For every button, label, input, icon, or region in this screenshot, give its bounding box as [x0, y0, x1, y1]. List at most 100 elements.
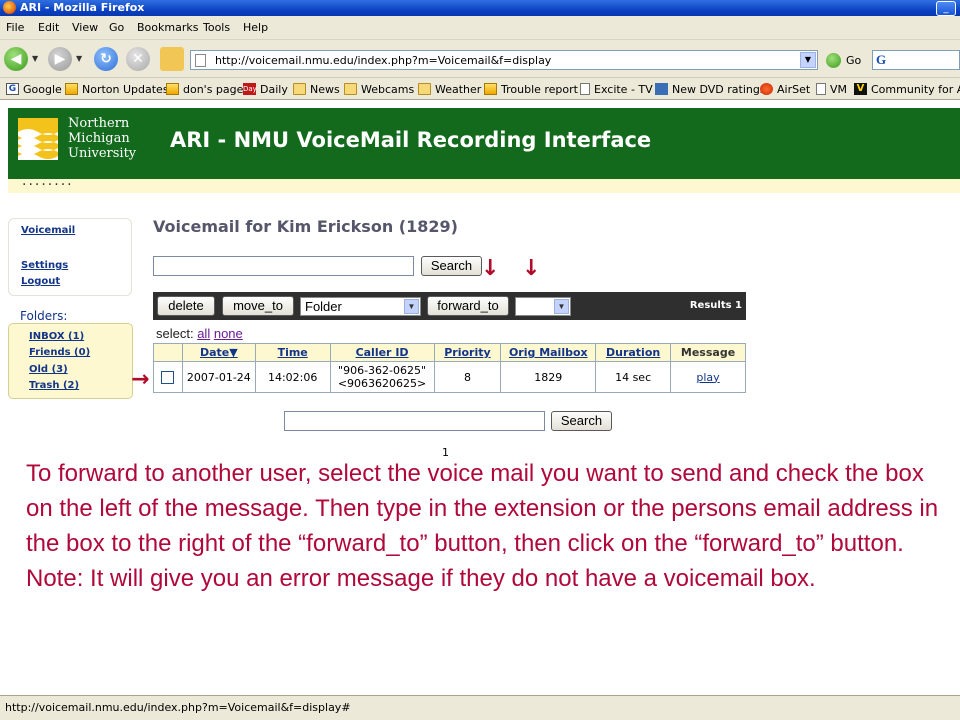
folder-trash[interactable]: Trash (2) — [29, 380, 79, 391]
column-caller-id[interactable]: Caller ID — [329, 343, 435, 362]
select-none-link[interactable]: none — [214, 326, 243, 341]
go-icon[interactable] — [826, 53, 841, 68]
delete-button[interactable]: delete — [157, 296, 215, 316]
arrow-right-icon: → — [131, 367, 150, 392]
bookmark-weather[interactable]: Weather — [418, 81, 481, 97]
select-column-header — [153, 343, 183, 362]
folders-list: INBOX (1) Friends (0) Old (3) Trash (2) — [8, 323, 133, 399]
menu-edit[interactable]: Edit — [38, 21, 59, 34]
google-search-box[interactable]: G — [872, 50, 960, 70]
table-row: 2007-01-24 14:02:06 "906-362-0625" <9063… — [153, 361, 746, 393]
move-to-button[interactable]: move_to — [222, 296, 294, 316]
go-button-label[interactable]: Go — [846, 54, 861, 67]
column-duration[interactable]: Duration — [595, 343, 672, 362]
cell-message: play — [670, 361, 746, 393]
bookmark-daily[interactable]: Day Daily — [243, 81, 288, 97]
select-links: select: all none — [156, 326, 243, 341]
row-checkbox[interactable] — [161, 370, 175, 384]
stop-button[interactable]: ✕ — [126, 47, 150, 71]
back-dropdown-icon[interactable]: ▼ — [32, 54, 38, 63]
menu-tools[interactable]: Tools — [203, 21, 230, 34]
voicemail-heading: Voicemail for Kim Erickson (1829) — [153, 217, 458, 236]
sidebar-link-logout[interactable]: Logout — [21, 276, 60, 287]
bookmark-new-dvd-ratings[interactable]: New DVD ratings — [655, 81, 766, 97]
forward-button[interactable]: ▶ — [48, 47, 72, 71]
bookmark-webcams[interactable]: Webcams — [344, 81, 414, 97]
action-bar: delete move_to Folder ▼ forward_to ▼ Res… — [153, 292, 746, 320]
bookmark-excite-tv[interactable]: Excite - TV — [580, 81, 653, 97]
university-name: Northern Michigan University — [68, 116, 137, 161]
cell-caller-id: "906-362-0625" <9063620625> — [329, 361, 435, 393]
bookmark-google[interactable]: G Google — [6, 81, 62, 97]
bookmark-news[interactable]: News — [293, 81, 340, 97]
sort-desc-icon: ▼ — [229, 346, 238, 359]
cell-orig-mailbox: 1829 — [500, 361, 597, 393]
column-date[interactable]: Date▼ — [181, 343, 256, 362]
bookmarks-toolbar: G Google Norton Updates don's page Day Dai… — [0, 78, 960, 100]
bookmark-airset[interactable]: AirSet — [760, 81, 810, 97]
nmu-logo-icon — [18, 118, 58, 160]
sidebar-link-settings[interactable]: Settings — [21, 260, 68, 271]
bookmark-community[interactable]: VCommunity for Ava — [854, 81, 960, 97]
search-button[interactable]: Search — [421, 256, 482, 276]
bookmark-norton-updates[interactable]: Norton Updates — [65, 81, 169, 97]
folder-select[interactable]: Folder ▼ — [300, 297, 421, 316]
folder-icon — [344, 83, 357, 95]
select-all-link[interactable]: all — [197, 326, 210, 341]
norton-icon — [484, 83, 497, 95]
search-input[interactable] — [153, 256, 414, 276]
cell-priority: 8 — [433, 361, 502, 393]
norton-icon — [65, 83, 78, 95]
page-title: ARI - NMU VoiceMail Recording Interface — [170, 128, 652, 152]
v-icon: V — [854, 83, 867, 95]
search-button-bottom[interactable]: Search — [551, 411, 612, 431]
excite-icon — [655, 83, 668, 95]
table-header-row: Date▼ Time Caller ID Priority Orig Mailb… — [153, 343, 746, 362]
cell-time: 14:02:06 — [254, 361, 331, 393]
url-dropdown-icon[interactable]: ▼ — [800, 52, 816, 68]
folder-friends[interactable]: Friends (0) — [29, 347, 90, 358]
minimize-button[interactable]: _ — [936, 1, 956, 16]
forward-to-select[interactable]: ▼ — [515, 297, 571, 316]
column-time[interactable]: Time — [254, 343, 331, 362]
back-button[interactable]: ◀ — [4, 47, 28, 71]
sidebar-link-voicemail[interactable]: Voicemail — [21, 225, 75, 236]
play-link[interactable]: play — [696, 371, 719, 384]
forward-to-button[interactable]: forward_to — [427, 296, 509, 316]
folder-old[interactable]: Old (3) — [29, 364, 68, 375]
header-dots-bar: ........ — [8, 173, 960, 193]
google-icon: G — [6, 83, 19, 95]
arrow-down-icon: ↓ — [481, 256, 500, 281]
airset-icon — [760, 83, 773, 95]
home-button[interactable] — [160, 47, 184, 71]
url-text[interactable]: http://voicemail.nmu.edu/index.php?m=Voi… — [215, 54, 551, 67]
reload-button[interactable]: ↻ — [94, 47, 118, 71]
sidebar-nav: Voicemail Settings Logout — [8, 218, 132, 296]
url-bar[interactable]: http://voicemail.nmu.edu/index.php?m=Voi… — [190, 50, 818, 70]
firefox-icon — [3, 1, 16, 14]
menu-bookmarks[interactable]: Bookmarks — [137, 21, 198, 34]
window-title: ARI - Mozilla Firefox — [20, 1, 145, 14]
page-icon — [195, 54, 206, 67]
folder-inbox[interactable]: INBOX (1) — [29, 331, 84, 342]
instructions-text: To forward to another user, select the v… — [26, 456, 946, 596]
menu-view[interactable]: View — [72, 21, 98, 34]
cell-date: 2007-01-24 — [181, 361, 256, 393]
chevron-down-icon[interactable]: ▼ — [554, 299, 569, 314]
column-priority[interactable]: Priority — [433, 343, 502, 362]
bookmark-vm[interactable]: VM — [816, 81, 847, 97]
cell-duration: 14 sec — [595, 361, 672, 393]
folders-label: Folders: — [20, 309, 68, 323]
search-input-bottom[interactable] — [284, 411, 545, 431]
chevron-down-icon[interactable]: ▼ — [404, 299, 419, 314]
bookmark-dons-page[interactable]: don's page — [166, 81, 243, 97]
column-orig-mailbox[interactable]: Orig Mailbox — [500, 343, 597, 362]
menu-help[interactable]: Help — [243, 21, 268, 34]
bookmark-trouble-report[interactable]: Trouble report — [484, 81, 578, 97]
instructions-note: Note: It will give you an error message … — [26, 565, 816, 592]
menu-file[interactable]: File — [6, 21, 24, 34]
status-bar: http://voicemail.nmu.edu/index.php?m=Voi… — [0, 695, 960, 720]
norton-icon — [166, 83, 179, 95]
forward-dropdown-icon[interactable]: ▼ — [76, 54, 82, 63]
menu-go[interactable]: Go — [109, 21, 124, 34]
